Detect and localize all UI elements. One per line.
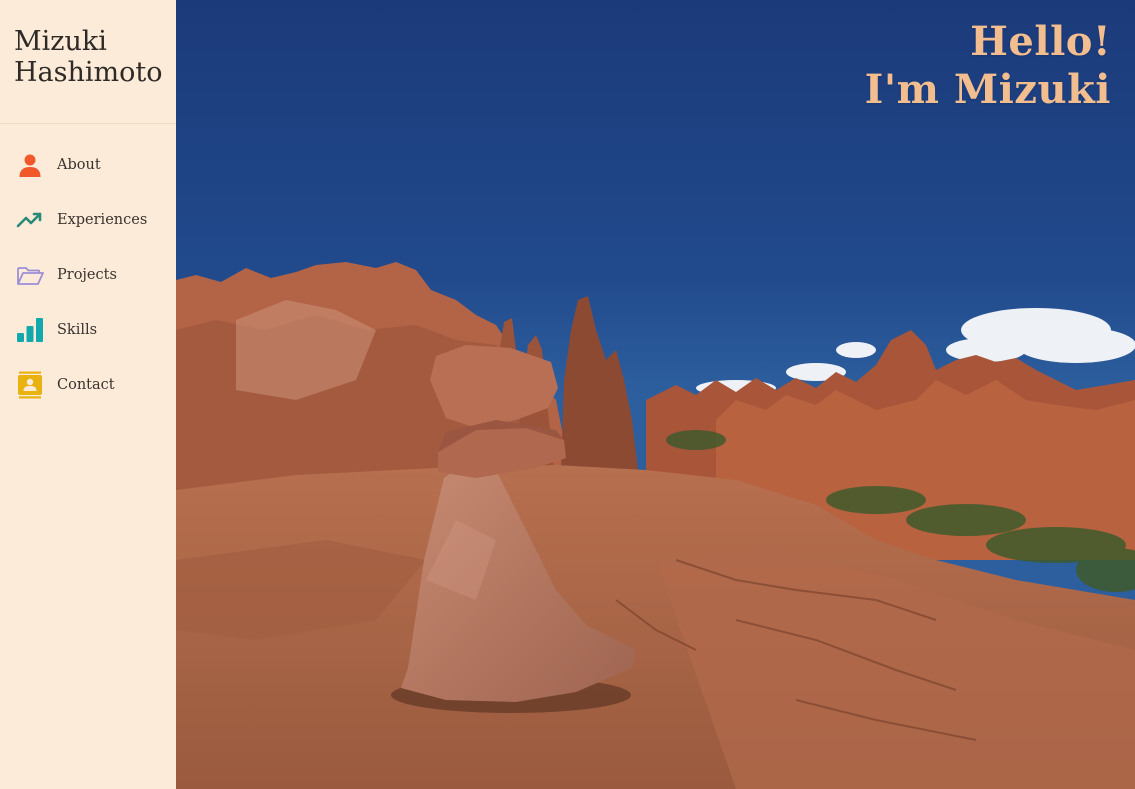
folder-open-icon xyxy=(16,261,44,289)
sidebar-item-label: Experiences xyxy=(57,211,148,228)
contact-card-icon xyxy=(16,371,44,399)
site-name[interactable]: Mizuki Hashimoto xyxy=(0,0,176,124)
hero-background-image xyxy=(176,0,1135,789)
sidebar-item-experiences[interactable]: Experiences xyxy=(0,192,176,247)
sidebar-item-label: Contact xyxy=(57,376,115,393)
site-name-first: Mizuki xyxy=(14,26,107,57)
sidebar-item-contact[interactable]: Contact xyxy=(0,357,176,412)
trending-up-icon xyxy=(16,206,44,234)
hero-greeting-line2: I'm Mizuki xyxy=(864,66,1111,113)
sidebar-item-skills[interactable]: Skills xyxy=(0,302,176,357)
sidebar-item-about[interactable]: About xyxy=(0,137,176,192)
hero-greeting: Hello! I'm Mizuki xyxy=(865,18,1111,114)
sidebar-item-label: Projects xyxy=(57,266,117,283)
sidebar: Mizuki Hashimoto About Experiences Proje… xyxy=(0,0,176,789)
person-icon xyxy=(16,151,44,179)
sidebar-item-projects[interactable]: Projects xyxy=(0,247,176,302)
page: Mizuki Hashimoto About Experiences Proje… xyxy=(0,0,1135,789)
sidebar-item-label: Skills xyxy=(57,321,98,338)
sidebar-nav: About Experiences Projects Skills Contac… xyxy=(0,124,176,412)
bar-chart-icon xyxy=(16,316,44,344)
sidebar-item-label: About xyxy=(57,156,101,173)
hero-section: Hello! I'm Mizuki xyxy=(176,0,1135,789)
hero-greeting-line1: Hello! xyxy=(970,18,1111,65)
site-name-last: Hashimoto xyxy=(14,57,163,88)
